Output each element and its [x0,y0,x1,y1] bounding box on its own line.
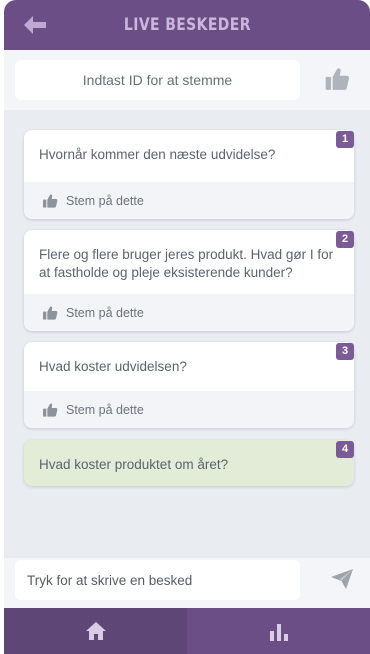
compose-bar [4,558,370,608]
thumbs-up-icon [43,193,58,208]
message-card-1: Hvornår kommer den næste udvidelse? Stem… [24,130,354,219]
send-icon[interactable] [330,568,354,590]
thumbs-up-icon[interactable] [324,66,350,92]
message-text: Hvornår kommer den næste udvidelse? [39,147,276,162]
message-card-4: Hvad koster produktet om året? [24,440,354,486]
message-text: Flere og flere bruger jeres produkt. Hva… [39,247,334,280]
vote-label: Stem på dette [66,402,144,417]
home-icon [85,622,106,640]
message-card-3: Hvad koster udvidelsen? Stem på dette [24,342,354,428]
tab-home[interactable] [4,608,187,654]
vote-label: Stem på dette [66,305,144,320]
vote-bar [4,50,370,110]
vote-button[interactable]: Stem på dette [24,294,354,331]
vote-id-input[interactable] [15,60,300,100]
vote-button[interactable]: Stem på dette [24,391,354,428]
message-id-badge: 2 [336,231,354,248]
message-input[interactable] [15,560,300,600]
header-bar: LIVE BESKEDER [4,0,370,50]
message-id-badge: 4 [336,441,354,458]
message-text: Hvad koster udvidelsen? [39,359,187,374]
bottom-tab-bar [4,608,370,654]
thumbs-up-icon [43,402,58,417]
message-id-badge: 3 [336,343,354,360]
page-title: LIVE BESKEDER [123,15,251,35]
vote-label: Stem på dette [66,193,144,208]
bar-chart-icon [269,624,288,641]
thumbs-up-icon [43,305,58,320]
vote-button[interactable]: Stem på dette [24,182,354,219]
app-frame: LIVE BESKEDER Hvornår kommer den næste u… [4,0,370,654]
message-id-badge: 1 [336,131,354,148]
back-arrow-icon[interactable] [22,14,48,36]
message-list: Hvornår kommer den næste udvidelse? Stem… [4,110,370,558]
message-text: Hvad koster produktet om året? [39,457,229,472]
tab-stats[interactable] [187,608,370,654]
message-card-2: Flere og flere bruger jeres produkt. Hva… [24,230,354,331]
